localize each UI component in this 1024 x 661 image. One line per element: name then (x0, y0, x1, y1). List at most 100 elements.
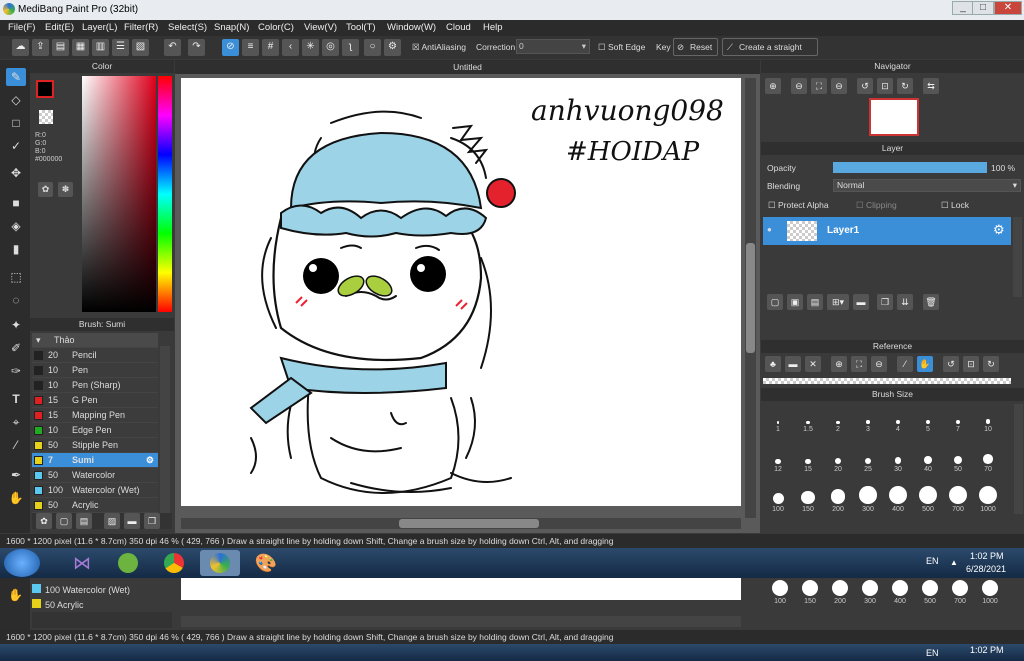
new-8bit-layer-icon[interactable]: ▣ (787, 294, 803, 310)
new-brush-icon[interactable]: ▢ (56, 513, 72, 529)
ref-rotate-right-icon[interactable]: ↻ (983, 356, 999, 372)
layer-folder-icon[interactable]: ▬ (853, 294, 869, 310)
select-eraser-icon[interactable]: ✑ (6, 362, 26, 380)
brush-size-preset[interactable]: 400 (883, 484, 913, 513)
brush-size-preset[interactable]: 100 (763, 484, 793, 513)
clipping-checkbox[interactable]: ☐ Clipping (856, 200, 897, 211)
clock-date[interactable]: 6/28/2021 (966, 564, 1006, 574)
brush-item[interactable]: 50 Acrylic (32, 498, 158, 513)
snap-circle-icon[interactable]: ◎ (322, 39, 339, 56)
brush-item[interactable]: 10 Pen (32, 363, 158, 378)
duplicate-icon[interactable]: ❐ (144, 513, 160, 529)
brush-size-preset[interactable]: 200 (823, 484, 853, 513)
tree-icon[interactable]: ♣ (765, 356, 781, 372)
snap-curve-icon[interactable]: ʅ (342, 39, 359, 56)
brush-item[interactable]: 10 Pen (Sharp) (32, 378, 158, 393)
dot-tool-icon[interactable]: □ (6, 114, 26, 132)
brush-tool-icon[interactable]: ✎ (6, 68, 26, 86)
eraser-tool-icon[interactable]: ◇ (6, 91, 26, 109)
snap-grid-icon[interactable]: # (262, 39, 279, 56)
menu-edit[interactable]: Edit(E) (45, 22, 74, 33)
menu-color[interactable]: Color(C) (258, 22, 294, 33)
palette-add-icon[interactable]: ✽ (58, 182, 73, 197)
brush-item[interactable]: 20 Pencil (32, 348, 158, 363)
list-icon[interactable]: ☰ (112, 39, 129, 56)
rotate-left-icon[interactable]: ↺ (857, 78, 873, 94)
menu-file[interactable]: File(F) (8, 22, 35, 33)
grid-icon[interactable]: ▧ (132, 39, 149, 56)
brush-size-preset[interactable]: 10 (973, 404, 1003, 433)
reference-image-area[interactable] (763, 378, 1011, 384)
gradient-tool-icon[interactable]: ▮ (6, 240, 26, 258)
palette-icon[interactable]: ✿ (38, 182, 53, 197)
copy-brush-icon[interactable]: ▨ (104, 513, 120, 529)
language-indicator[interactable]: EN (926, 556, 939, 566)
eye-icon[interactable]: ● (767, 225, 772, 234)
brush-size-preset[interactable]: 1.5 (793, 404, 823, 433)
close-button[interactable]: ✕ (994, 1, 1022, 15)
menu-select[interactable]: Select(S) (168, 22, 207, 33)
brush-menu-icon[interactable]: ▤ (76, 513, 92, 529)
zoom-out-icon[interactable]: ⊖ (791, 78, 807, 94)
brush-size-preset[interactable]: 7 (943, 404, 973, 433)
fill-rect-icon[interactable]: ■ (6, 194, 26, 212)
menu-view[interactable]: View(V) (304, 22, 337, 33)
undo-icon[interactable]: ↶ (164, 39, 181, 56)
brush-size-preset[interactable]: 15 (793, 444, 823, 473)
snap-parallel-icon[interactable]: ≡ (242, 39, 259, 56)
start-button-icon[interactable] (4, 549, 40, 577)
brush-settings-icon[interactable]: ⚙ (146, 453, 154, 468)
ref-zoom-in-icon[interactable]: ⊕ (831, 356, 847, 372)
correction-select[interactable]: 0 ▾ (516, 39, 590, 54)
select-pen-icon[interactable]: ✐ (6, 339, 26, 357)
menu-layer[interactable]: Layer(L) (82, 22, 117, 33)
ref-hand-icon[interactable]: ✋ (917, 356, 933, 372)
flip-icon[interactable]: ⇆ (923, 78, 939, 94)
brush-size-preset[interactable]: 5 (913, 404, 943, 433)
brush-size-preset[interactable]: 40 (913, 444, 943, 473)
medibang-taskbar-icon[interactable] (200, 550, 240, 576)
share-icon[interactable]: ⇪ (32, 39, 49, 56)
brush-item[interactable]: 15 Mapping Pen (32, 408, 158, 423)
hue-slider[interactable] (158, 76, 172, 312)
text-tool-icon[interactable]: T (6, 390, 26, 408)
canvas-tab[interactable]: Untitled (175, 60, 760, 74)
canvas-horizontal-scrollbar[interactable] (181, 518, 741, 529)
divide-tool-icon[interactable]: ⌖ (6, 413, 26, 431)
minimize-button[interactable]: _ (952, 1, 974, 15)
brush-size-scrollbar[interactable] (1014, 404, 1023, 514)
select-tool-icon[interactable]: ⬚ (6, 268, 26, 286)
lock-checkbox[interactable]: ☐ Lock (941, 200, 969, 211)
pen-tool-icon[interactable]: ✒ (6, 466, 26, 484)
brush-size-preset[interactable]: 30 (883, 444, 913, 473)
chrome-icon[interactable] (154, 550, 194, 576)
navigator-thumbnail[interactable] (869, 98, 919, 136)
canvas-vertical-scrollbar[interactable] (745, 78, 756, 518)
saturation-value-picker[interactable] (82, 76, 156, 312)
snap-ellipse-icon[interactable]: ○ (364, 39, 381, 56)
ref-reset-icon[interactable]: ⊡ (963, 356, 979, 372)
redo-icon[interactable]: ↷ (188, 39, 205, 56)
ref-fit-icon[interactable]: ⛶ (851, 356, 867, 372)
fit-icon[interactable]: ⛶ (811, 78, 827, 94)
add-brush-icon[interactable]: ✿ (36, 513, 52, 529)
opacity-slider[interactable] (833, 162, 987, 173)
ref-zoom-out-icon[interactable]: ⊖ (871, 356, 887, 372)
close-reference-icon[interactable]: ✕ (805, 356, 821, 372)
brush-list-scrollbar[interactable] (160, 346, 170, 516)
primary-color-swatch[interactable] (36, 80, 54, 98)
brush-item[interactable]: 50 Stipple Pen (32, 438, 158, 453)
rotate-right-icon[interactable]: ↻ (897, 78, 913, 94)
delete-layer-icon[interactable]: 🗑 (923, 294, 939, 310)
reset-button[interactable]: ⊘ Reset (673, 38, 718, 56)
menu-cloud[interactable]: Cloud (446, 22, 471, 33)
new-layer-icon[interactable]: ▢ (767, 294, 783, 310)
vertical-scroll-thumb[interactable] (746, 243, 755, 353)
comment-icon[interactable]: ▤ (52, 39, 69, 56)
brush-size-preset[interactable]: 500 (913, 484, 943, 513)
transparent-swatch[interactable] (39, 110, 53, 124)
move-tool-icon[interactable]: ✥ (6, 164, 26, 182)
brush-size-preset[interactable]: 20 (823, 444, 853, 473)
protect-alpha-checkbox[interactable]: ☐ Protect Alpha (768, 200, 829, 211)
brush-size-preset[interactable]: 50 (943, 444, 973, 473)
